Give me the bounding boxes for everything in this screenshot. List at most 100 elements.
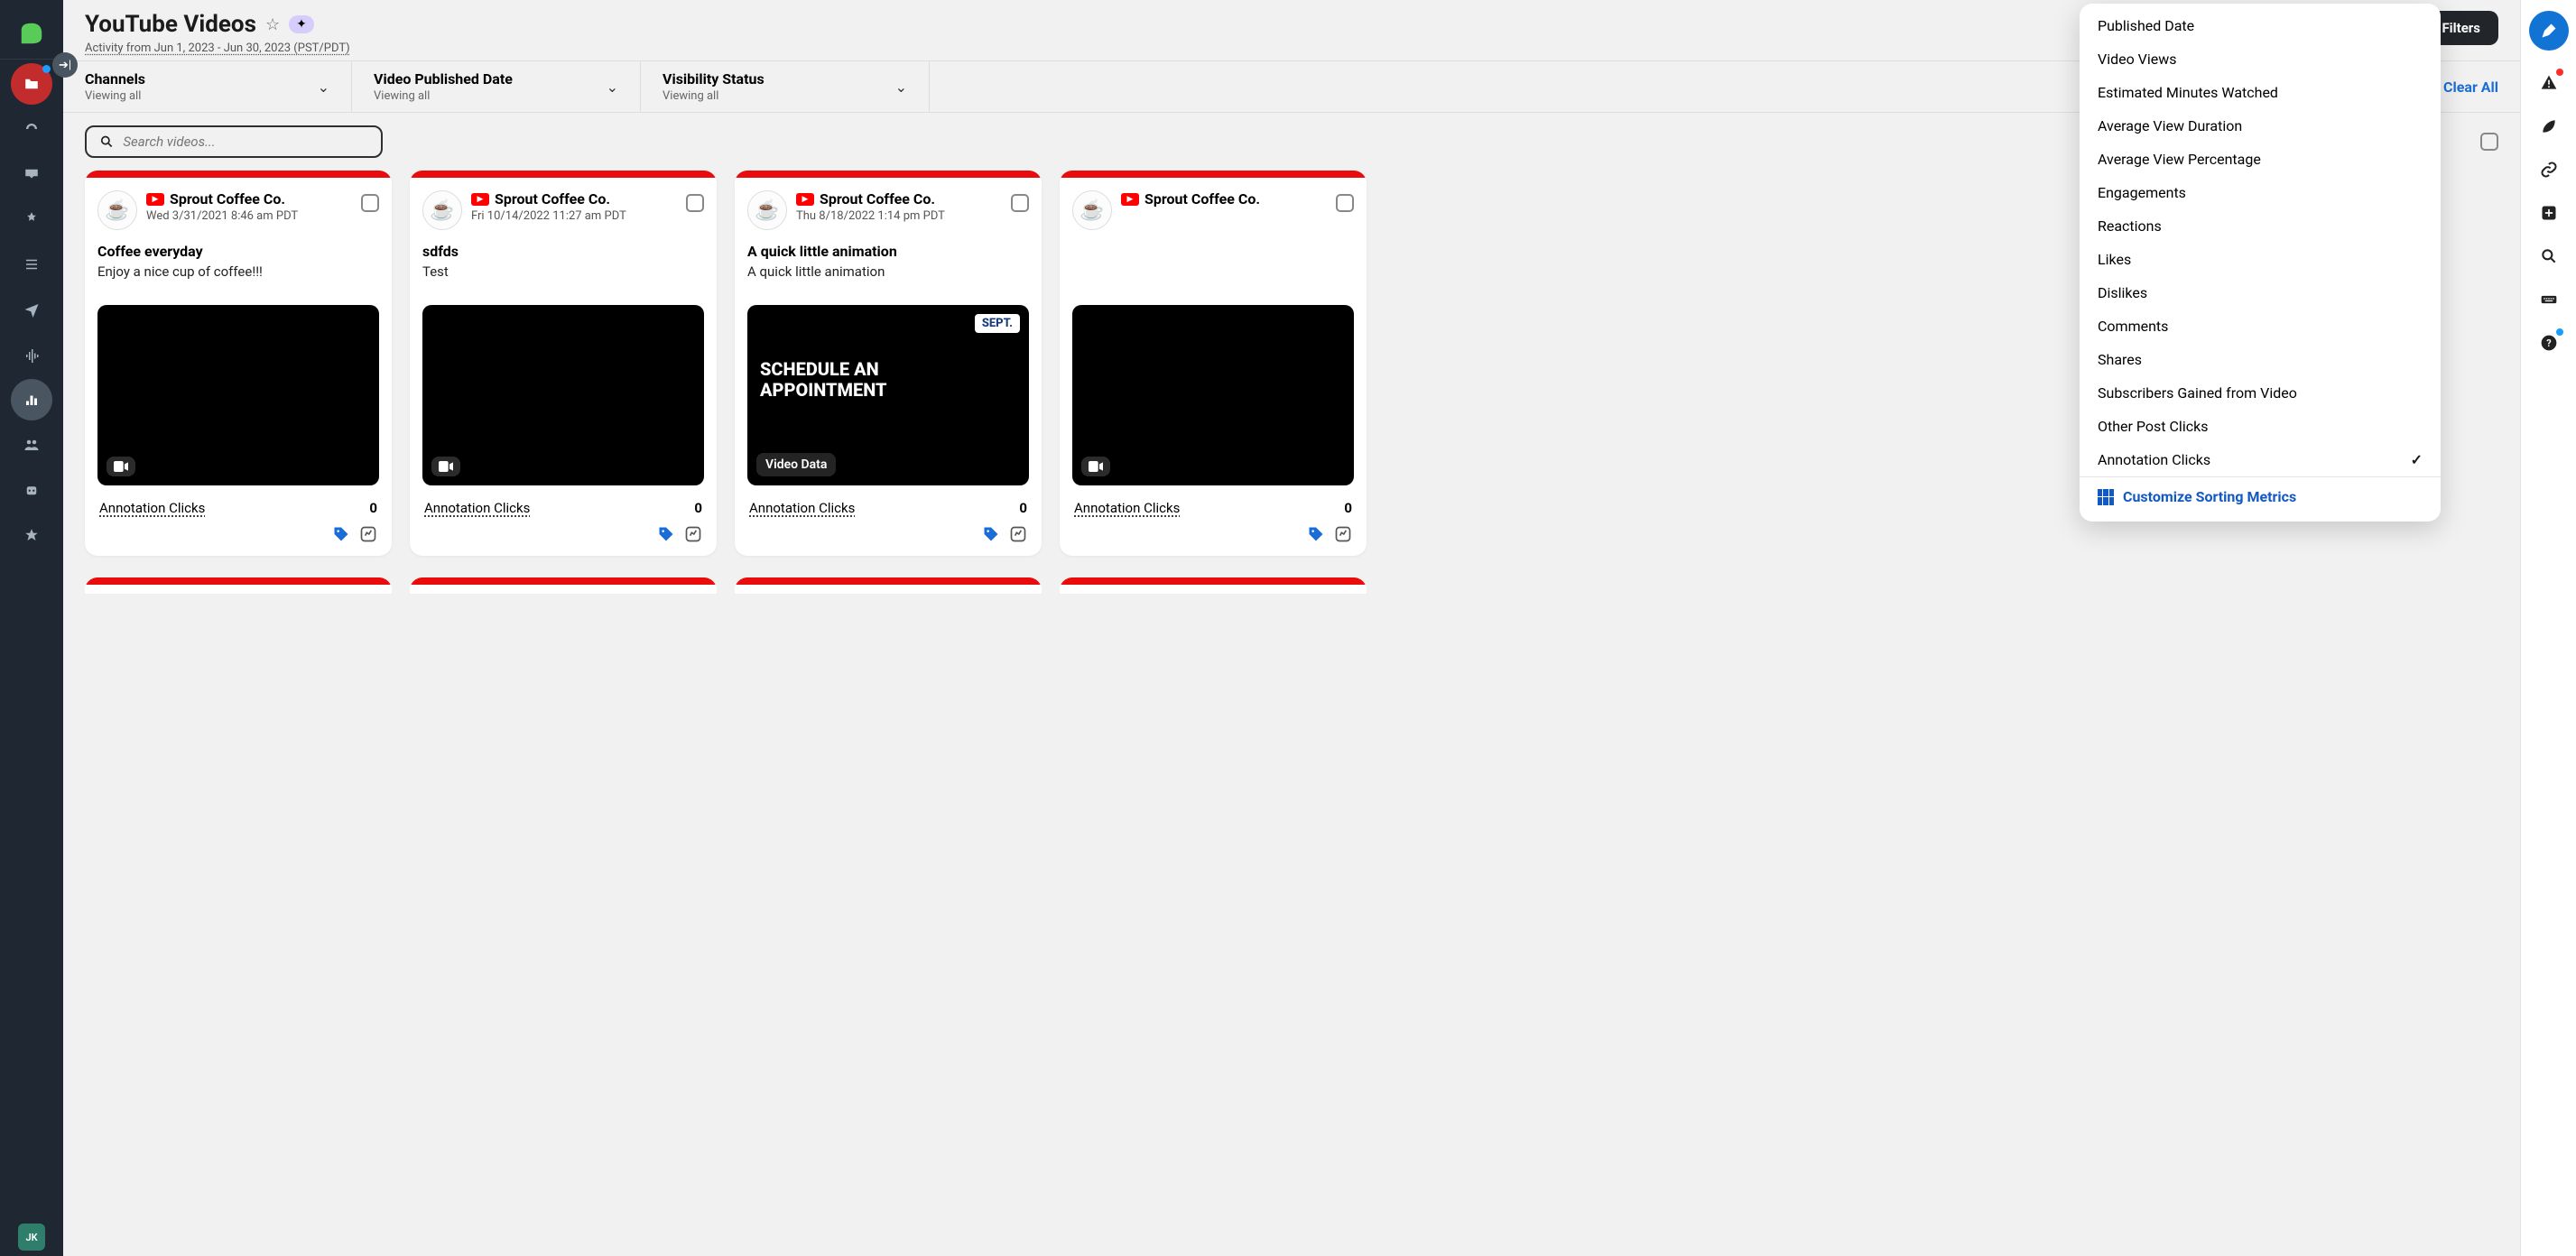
- svg-text:?: ?: [2546, 337, 2551, 349]
- metric-value: 0: [369, 500, 377, 516]
- video-card: ☕ ▶ Sprout Coffee Co. Fri 10/14/2022 11:…: [410, 171, 717, 556]
- metric-value: 0: [1019, 500, 1027, 516]
- video-type-icon: [107, 457, 135, 476]
- channel-avatar: ☕: [747, 190, 787, 230]
- chevron-down-icon: ⌄: [318, 78, 329, 96]
- sort-option[interactable]: Estimated Minutes Watched: [2080, 76, 2441, 109]
- metric-label: Annotation Clicks: [749, 500, 855, 516]
- filter-sub: Viewing all: [374, 89, 513, 103]
- publish-date: Wed 3/31/2021 8:46 am PDT: [146, 209, 352, 223]
- help-icon[interactable]: ?: [2529, 323, 2569, 363]
- video-card: ☕ ▶ Sprout Coffee Co. Thu 8/18/2022 1:14…: [735, 171, 1042, 556]
- nav-publishing[interactable]: [11, 289, 52, 330]
- left-nav-rail: JK ➔|: [0, 0, 63, 1256]
- video-data-badge[interactable]: Video Data: [756, 453, 836, 476]
- sort-option[interactable]: Subscribers Gained from Video: [2080, 376, 2441, 410]
- sort-option[interactable]: Other Post Clicks: [2080, 410, 2441, 443]
- link-icon[interactable]: [2529, 150, 2569, 189]
- ai-sparkle-badge[interactable]: ✦: [289, 15, 314, 33]
- sort-option[interactable]: Dislikes: [2080, 276, 2441, 309]
- account-name[interactable]: Sprout Coffee Co.: [170, 190, 285, 208]
- select-card-checkbox[interactable]: [361, 194, 379, 212]
- filter-published-date[interactable]: Video Published Date Viewing all ⌄: [352, 61, 641, 112]
- sort-option[interactable]: Published Date: [2080, 9, 2441, 42]
- compose-button[interactable]: [2529, 11, 2569, 51]
- favorite-star-icon[interactable]: ☆: [265, 15, 280, 34]
- nav-dashboard[interactable]: [11, 108, 52, 150]
- account-name[interactable]: Sprout Coffee Co.: [1144, 190, 1260, 208]
- video-type-icon: [431, 457, 460, 476]
- alerts-icon[interactable]: [2529, 63, 2569, 103]
- metric-label: Annotation Clicks: [99, 500, 205, 516]
- nav-folder[interactable]: [11, 63, 52, 105]
- keyboard-icon[interactable]: [2529, 280, 2569, 319]
- select-all-checkbox[interactable]: [2480, 133, 2498, 151]
- app-logo[interactable]: [0, 7, 63, 60]
- sort-option[interactable]: Likes: [2080, 243, 2441, 276]
- sort-option[interactable]: Comments: [2080, 309, 2441, 343]
- video-thumbnail[interactable]: [1072, 305, 1354, 485]
- filter-visibility[interactable]: Visibility Status Viewing all ⌄: [641, 61, 930, 112]
- chevron-down-icon: ⌄: [607, 78, 618, 96]
- nav-reports[interactable]: [11, 379, 52, 420]
- filter-sub: Viewing all: [663, 89, 764, 103]
- sort-option[interactable]: Reactions: [2080, 209, 2441, 243]
- nav-bot[interactable]: [11, 469, 52, 511]
- video-thumbnail[interactable]: SEPT. Video Data: [747, 305, 1029, 485]
- video-thumbnail[interactable]: [422, 305, 704, 485]
- sort-option[interactable]: Average View Percentage: [2080, 143, 2441, 176]
- action-icon[interactable]: [1334, 525, 1352, 543]
- account-name[interactable]: Sprout Coffee Co.: [820, 190, 935, 208]
- sort-option[interactable]: Average View Duration: [2080, 109, 2441, 143]
- sort-option[interactable]: Engagements: [2080, 176, 2441, 209]
- right-util-rail: ?: [2520, 0, 2576, 1256]
- sort-metric-dropdown: Published DateVideo ViewsEstimated Minut…: [2080, 4, 2441, 522]
- publish-date: Fri 10/14/2022 11:27 am PDT: [471, 209, 677, 223]
- nav-pin[interactable]: [11, 199, 52, 240]
- filter-channels[interactable]: Channels Viewing all ⌄: [63, 61, 352, 112]
- nav-listening[interactable]: [11, 334, 52, 375]
- tag-icon[interactable]: [1307, 525, 1325, 543]
- table-icon: [2098, 489, 2114, 505]
- customize-sorting-metrics[interactable]: Customize Sorting Metrics: [2080, 476, 2441, 516]
- metric-label: Annotation Clicks: [1074, 500, 1180, 516]
- publish-date: Thu 8/18/2022 1:14 pm PDT: [796, 209, 1002, 223]
- search-input[interactable]: [123, 134, 368, 150]
- select-card-checkbox[interactable]: [1011, 194, 1029, 212]
- search-box: [85, 125, 383, 158]
- video-title: Coffee everyday: [97, 243, 379, 260]
- metric-value: 0: [694, 500, 702, 516]
- nav-inbox[interactable]: [11, 153, 52, 195]
- youtube-icon: ▶: [1121, 193, 1139, 206]
- video-title: sdfds: [422, 243, 704, 260]
- activity-range-subtitle: Activity from Jun 1, 2023 - Jun 30, 2023…: [85, 42, 350, 55]
- sort-option[interactable]: Shares: [2080, 343, 2441, 376]
- video-card: [85, 577, 392, 594]
- tag-icon[interactable]: [332, 525, 350, 543]
- filter-label: Visibility Status: [663, 70, 764, 88]
- search-util-icon[interactable]: [2529, 236, 2569, 276]
- select-card-checkbox[interactable]: [686, 194, 704, 212]
- user-avatar[interactable]: JK: [18, 1224, 45, 1251]
- collapse-sidebar-button[interactable]: ➔|: [52, 52, 78, 78]
- filter-label: Video Published Date: [374, 70, 513, 88]
- action-icon[interactable]: [359, 525, 377, 543]
- leaf-icon[interactable]: [2529, 106, 2569, 146]
- add-icon[interactable]: [2529, 193, 2569, 233]
- action-icon[interactable]: [684, 525, 702, 543]
- nav-feed[interactable]: [11, 244, 52, 285]
- youtube-icon: ▶: [471, 193, 489, 206]
- sort-option[interactable]: Video Views: [2080, 42, 2441, 76]
- select-card-checkbox[interactable]: [1336, 194, 1354, 212]
- tag-icon[interactable]: [982, 525, 1000, 543]
- video-card: [410, 577, 717, 594]
- action-icon[interactable]: [1009, 525, 1027, 543]
- nav-reviews[interactable]: [11, 514, 52, 556]
- video-thumbnail[interactable]: [97, 305, 379, 485]
- account-name[interactable]: Sprout Coffee Co.: [495, 190, 610, 208]
- sort-option[interactable]: Annotation Clicks✓: [2080, 443, 2441, 476]
- tag-icon[interactable]: [657, 525, 675, 543]
- video-card: [735, 577, 1042, 594]
- nav-people[interactable]: [11, 424, 52, 466]
- channel-avatar: ☕: [97, 190, 137, 230]
